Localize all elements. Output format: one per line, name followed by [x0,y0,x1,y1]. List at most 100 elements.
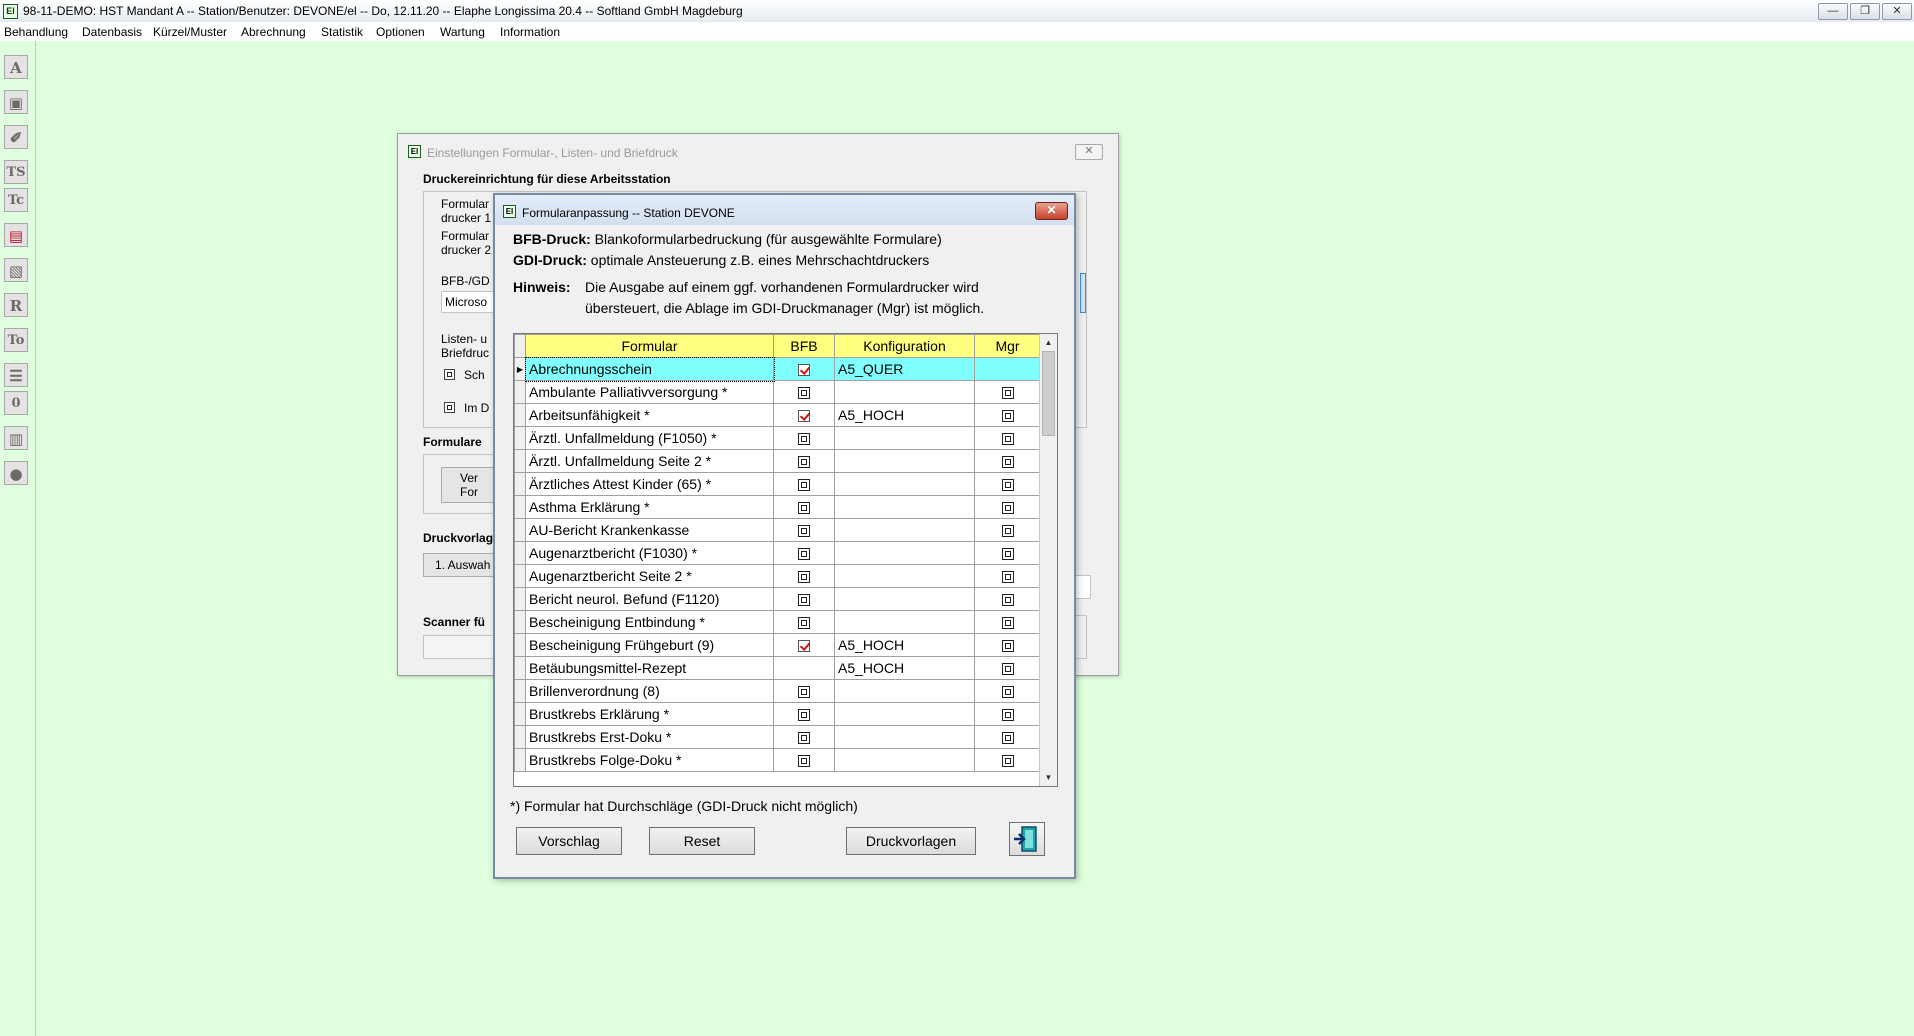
document-icon[interactable]: ▥ [4,426,28,450]
restore-button[interactable]: ❐ [1850,3,1880,20]
scroll-up-icon[interactable]: ▲ [1040,334,1057,351]
bfb-checkbox[interactable] [798,456,810,469]
mgr-checkbox[interactable] [1001,755,1014,768]
mgr-cell[interactable] [974,449,1041,473]
konfiguration-cell[interactable] [834,748,975,772]
to-icon[interactable]: To [4,328,28,352]
tc-icon[interactable]: Tc [4,188,28,212]
formular-name-cell[interactable]: Bescheinigung Frühgeburt (9) [525,633,774,657]
bfb-checkbox[interactable] [798,364,810,377]
chart-icon[interactable]: ▧ [4,258,28,282]
bfb-cell[interactable] [773,564,835,588]
konfiguration-cell[interactable]: A5_HOCH [834,656,975,680]
bfb-checkbox[interactable] [798,571,810,584]
table-row[interactable]: Betäubungsmittel-Rezept A5_HOCH [514,656,1041,680]
column-header-konfiguration[interactable]: Konfiguration [834,334,975,358]
mgr-cell[interactable] [974,679,1041,703]
mgr-cell[interactable] [974,748,1041,772]
mgr-cell[interactable] [974,380,1041,404]
mgr-checkbox[interactable] [1001,640,1014,653]
table-row[interactable]: Brustkrebs Erst-Doku * [514,725,1041,749]
mgr-checkbox[interactable] [1001,525,1014,538]
bfb-checkbox[interactable] [798,686,810,699]
menu-datenbasis[interactable]: Datenbasis [82,25,142,39]
table-row[interactable]: Ärztliches Attest Kinder (65) * [514,472,1041,496]
bfb-cell[interactable] [773,518,835,542]
table-row[interactable]: Ärztl. Unfallmeldung (F1050) * [514,426,1041,450]
druckvorlagen-button[interactable]: Druckvorlagen [846,827,976,855]
mgr-checkbox[interactable] [1001,502,1014,515]
formular-name-cell[interactable]: AU-Bericht Krankenkasse [525,518,774,542]
konfiguration-cell[interactable] [834,472,975,496]
mgr-cell[interactable] [974,656,1041,680]
mgr-checkbox[interactable] [1001,686,1014,699]
table-row[interactable]: Augenarztbericht (F1030) * [514,541,1041,565]
konfiguration-cell[interactable] [834,610,975,634]
konfiguration-cell[interactable] [834,587,975,611]
bfb-cell[interactable] [773,748,835,772]
sch-checkbox[interactable] [444,369,455,380]
formular-name-cell[interactable]: Augenarztbericht Seite 2 * [525,564,774,588]
table-row[interactable]: Asthma Erklärung * [514,495,1041,519]
column-header-formular[interactable]: Formular [525,334,774,358]
bfb-cell[interactable] [773,495,835,519]
bfb-checkbox[interactable] [798,709,810,722]
bfb-cell[interactable] [773,472,835,496]
formular-name-cell[interactable]: Bescheinigung Entbindung * [525,610,774,634]
bfb-cell[interactable] [773,449,835,473]
r-icon[interactable]: R [4,293,28,317]
vorschlag-button[interactable]: Vorschlag [516,827,622,855]
mgr-cell[interactable] [974,403,1041,427]
close-window-button[interactable]: ✕ [1882,3,1912,20]
mgr-cell[interactable] [974,587,1041,611]
bfb-checkbox[interactable] [798,433,810,446]
bfb-checkbox[interactable] [798,548,810,561]
formular-name-cell[interactable]: Ambulante Palliativversorgung * [525,380,774,404]
mgr-cell[interactable] [974,564,1041,588]
mgr-checkbox[interactable] [1001,548,1014,561]
bfb-checkbox[interactable] [798,640,810,653]
table-row[interactable]: Brustkrebs Folge-Doku * [514,748,1041,772]
menu-information[interactable]: Information [500,25,560,39]
menu-wartung[interactable]: Wartung [440,25,485,39]
konfiguration-cell[interactable] [834,564,975,588]
scroll-down-icon[interactable]: ▼ [1040,769,1057,786]
bfb-checkbox[interactable] [798,387,810,400]
bfb-cell[interactable] [773,725,835,749]
bfb-checkbox[interactable] [798,732,810,745]
bfb-cell[interactable] [773,357,835,381]
mgr-cell[interactable] [974,633,1041,657]
bfb-cell[interactable] [773,656,835,680]
bfb-checkbox[interactable] [798,594,810,607]
bfb-checkbox[interactable] [798,755,810,768]
bfb-cell[interactable] [773,587,835,611]
formular-name-cell[interactable]: Augenarztbericht (F1030) * [525,541,774,565]
disk-icon[interactable]: ● [4,461,28,485]
mgr-cell[interactable] [974,357,1041,381]
table-row[interactable]: Brillenverordnung (8) [514,679,1041,703]
mgr-cell[interactable] [974,495,1041,519]
konfiguration-cell[interactable]: A5_HOCH [834,403,975,427]
formular-name-cell[interactable]: Ärztl. Unfallmeldung Seite 2 * [525,449,774,473]
bfb-checkbox[interactable] [798,479,810,492]
mgr-cell[interactable] [974,725,1041,749]
menu-kuerzel-muster[interactable]: Kürzel/Muster [153,25,227,39]
formular-name-cell[interactable]: Abrechnungsschein [524,356,775,382]
mgr-checkbox[interactable] [1001,410,1014,423]
mgr-cell[interactable] [974,426,1041,450]
formular-name-cell[interactable]: Ärztl. Unfallmeldung (F1050) * [525,426,774,450]
a-icon[interactable]: A [4,55,28,79]
reset-button[interactable]: Reset [649,827,755,855]
im-checkbox[interactable] [444,402,455,413]
formular-name-cell[interactable]: Ärztliches Attest Kinder (65) * [525,472,774,496]
konfiguration-cell[interactable] [834,725,975,749]
mgr-checkbox[interactable] [1001,433,1014,446]
bfb-checkbox[interactable] [798,502,810,515]
konfiguration-cell[interactable] [834,702,975,726]
konfiguration-cell[interactable]: A5_HOCH [834,633,975,657]
table-row[interactable]: AU-Bericht Krankenkasse [514,518,1041,542]
konfiguration-cell[interactable] [834,541,975,565]
menu-statistik[interactable]: Statistik [321,25,363,39]
bfb-cell[interactable] [773,633,835,657]
table-row[interactable]: Bericht neurol. Befund (F1120) [514,587,1041,611]
